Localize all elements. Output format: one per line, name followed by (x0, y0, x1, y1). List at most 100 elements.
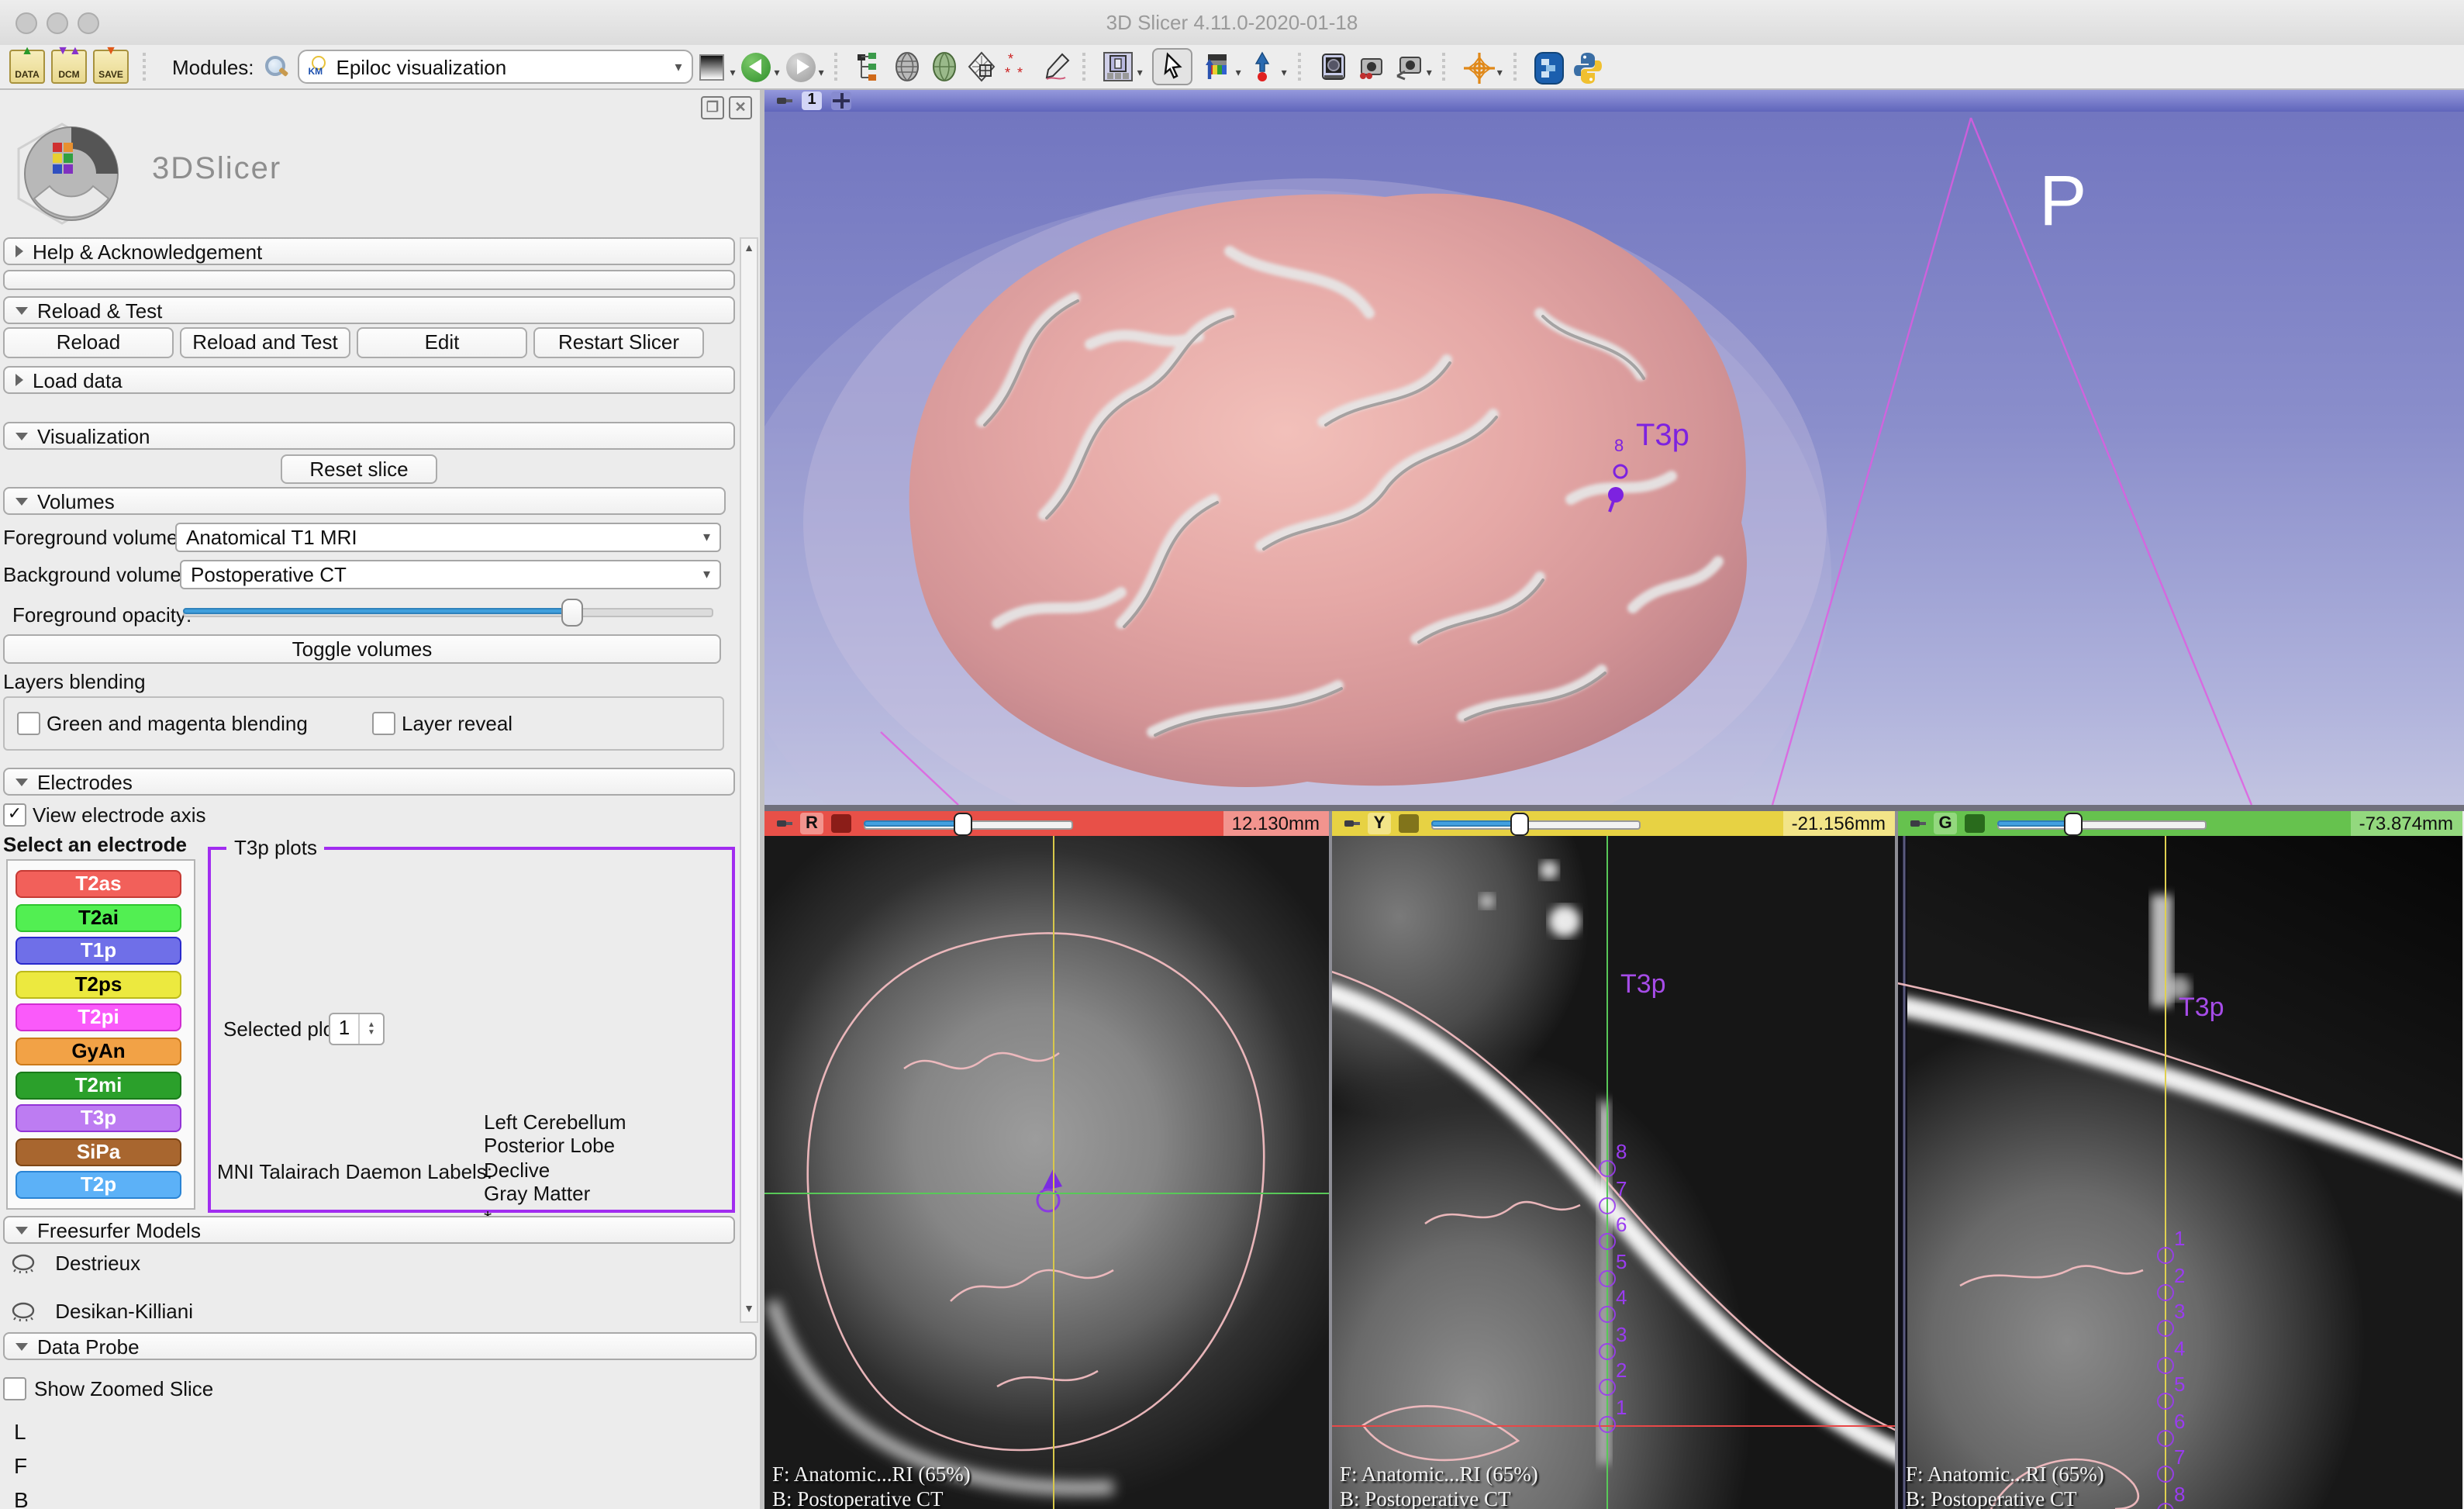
yellow-slice-slider[interactable] (1431, 814, 1641, 833)
scroll-up-icon[interactable]: ▲ (741, 243, 757, 254)
toggle-volumes-button[interactable]: Toggle volumes (3, 634, 721, 664)
green-slice-image[interactable]: T3p 12345678 F: Anatomic...RI (65%) B: P… (1898, 836, 2462, 1509)
threeD-view-controller-bar[interactable]: 1 (764, 90, 2464, 112)
pin-icon[interactable] (777, 816, 792, 831)
electrode-button-T3p[interactable]: T3p (16, 1104, 181, 1132)
sceneview-caret-icon[interactable]: ▾ (1427, 67, 1432, 79)
screenshot-camera-icon[interactable] (1318, 51, 1349, 82)
reload-button-1[interactable]: Reload and Test (180, 327, 350, 358)
mouse-interaction-button[interactable] (1152, 48, 1192, 85)
layout-caret-icon[interactable]: ▾ (1137, 67, 1143, 79)
pin-icon[interactable] (1344, 816, 1360, 831)
model-row-destrieux: Destrieux (9, 1253, 140, 1279)
yellow-slice-image[interactable]: T3p 87654321 F: Anatomic...RI (65%) B: P… (1332, 836, 1895, 1509)
electrode-button-SiPa[interactable]: SiPa (16, 1138, 181, 1166)
visibility-eye-icon[interactable] (9, 1253, 37, 1275)
colors-icon[interactable] (1202, 51, 1233, 82)
electrode-button-T2mi[interactable]: T2mi (16, 1071, 181, 1099)
scroll-down-icon[interactable]: ▼ (741, 1304, 757, 1315)
visibility-eye-icon[interactable] (9, 1301, 37, 1323)
green-magenta-checkbox[interactable] (17, 712, 40, 735)
undock-panel-icon[interactable]: ❐ (701, 96, 724, 119)
electrode-button-T1p[interactable]: T1p (16, 937, 181, 965)
red-slice-slider[interactable] (864, 814, 1073, 833)
annotation-pencil-icon[interactable] (1041, 51, 1072, 82)
orientation-letter: L (14, 1419, 26, 1444)
section-label: Data Probe (37, 1335, 140, 1358)
module-forward-button[interactable] (786, 52, 816, 81)
red-slice-image[interactable]: F: Anatomic...RI (65%) B: Postoperative … (764, 836, 1329, 1509)
help-empty-strip (3, 270, 735, 290)
reset-slice-views-button[interactable]: Reset slice views (281, 454, 437, 484)
threeD-view[interactable]: 8 T3p P (764, 112, 2464, 805)
green-slice-controller-bar[interactable]: G -73.874mm (1898, 811, 2462, 836)
subject-hierarchy-icon[interactable] (855, 51, 886, 82)
panel-scrollbar[interactable]: ▲ ▼ (740, 237, 758, 1323)
spin-down-icon[interactable]: ▼ (368, 1029, 375, 1037)
electrode-button-T2ps[interactable]: T2ps (16, 971, 181, 999)
place-markup-icon[interactable] (1248, 51, 1279, 82)
models-wireframe-icon[interactable] (892, 51, 923, 82)
center-view-icon[interactable] (831, 92, 851, 110)
colors-caret-icon[interactable]: ▾ (1236, 67, 1241, 79)
load-dicom-icon[interactable]: ▼▲ DCM (51, 50, 87, 84)
electrode-button-T2pi[interactable]: T2pi (16, 1004, 181, 1032)
segmentation-sphere-icon[interactable] (930, 51, 961, 82)
section-reload-test[interactable]: Reload & Test (3, 296, 735, 324)
slice-view-red[interactable]: R 12.130mm (764, 811, 1329, 1509)
reload-button-2[interactable]: Edit (357, 327, 527, 358)
history-caret-icon[interactable]: ▾ (730, 67, 736, 79)
module-back-button[interactable] (742, 52, 771, 81)
electrode-button-GyAn[interactable]: GyAn (16, 1038, 181, 1065)
show-zoomed-slice-checkbox[interactable] (3, 1377, 26, 1400)
module-history-icon[interactable] (699, 54, 724, 80)
scene-view-capture-icon[interactable] (1355, 51, 1386, 82)
pin-icon[interactable] (1910, 816, 1926, 831)
view-splitter[interactable] (764, 805, 2464, 811)
extensions-manager-icon[interactable] (1534, 51, 1565, 82)
save-icon[interactable]: ▼ SAVE (93, 50, 129, 84)
pin-icon[interactable] (777, 93, 792, 109)
python-console-icon[interactable] (1571, 51, 1602, 82)
foreground-opacity-slider[interactable] (183, 599, 713, 623)
electrode-button-T2p[interactable]: T2p (16, 1172, 181, 1200)
background-volume-combobox[interactable]: Postoperative CT ▾ (180, 560, 721, 589)
slice-view-yellow[interactable]: Y -21.156mm (1332, 811, 1895, 1509)
green-slice-slider[interactable] (1997, 814, 2207, 833)
section-help-acknowledgement[interactable]: Help & Acknowledgement (3, 237, 735, 265)
reload-button-0[interactable]: Reload (3, 327, 174, 358)
place-caret-icon[interactable]: ▾ (1282, 67, 1287, 79)
slice-menu-icon[interactable] (831, 814, 851, 833)
close-panel-icon[interactable]: ✕ (729, 96, 752, 119)
module-search-icon[interactable] (264, 54, 288, 79)
view-electrode-axis-checkbox[interactable]: ✓ (3, 803, 26, 827)
red-slice-controller-bar[interactable]: R 12.130mm (764, 811, 1329, 836)
foreground-volume-combobox[interactable]: Anatomical T1 MRI ▾ (175, 523, 721, 552)
load-data-icon[interactable]: ▲ DATA (9, 50, 45, 84)
contact-number: 1 (1616, 1395, 1627, 1418)
crosshair-icon[interactable] (1463, 51, 1494, 82)
section-freesurfer-models[interactable]: Freesurfer Models (3, 1216, 735, 1244)
forward-caret-icon[interactable]: ▾ (819, 67, 824, 79)
transforms-icon[interactable] (967, 51, 998, 82)
section-volumes[interactable]: Volumes (3, 487, 726, 515)
yellow-slice-controller-bar[interactable]: Y -21.156mm (1332, 811, 1895, 836)
markups-icon[interactable]: *** (1004, 51, 1035, 82)
section-data-probe[interactable]: Data Probe (3, 1332, 757, 1360)
slice-menu-icon[interactable] (1965, 814, 1985, 833)
layout-selector-icon[interactable] (1103, 51, 1134, 82)
electrode-button-T2as[interactable]: T2as (16, 870, 181, 898)
electrode-button-T2ai[interactable]: T2ai (16, 903, 181, 931)
slice-menu-icon[interactable] (1399, 814, 1419, 833)
slice-view-green[interactable]: G -73.874mm (1898, 811, 2462, 1509)
layer-reveal-checkbox[interactable] (372, 712, 395, 735)
section-visualization[interactable]: Visualization (3, 422, 735, 450)
scene-view-restore-icon[interactable] (1392, 51, 1424, 82)
reload-button-3[interactable]: Restart Slicer (533, 327, 704, 358)
section-electrodes[interactable]: Electrodes (3, 768, 735, 796)
section-load-data[interactable]: Load data (3, 366, 735, 394)
selected-plot-spinbox[interactable]: 1 ▲▼ (329, 1013, 385, 1045)
crosshair-caret-icon[interactable]: ▾ (1497, 67, 1503, 79)
back-caret-icon[interactable]: ▾ (775, 67, 780, 79)
module-selector-combobox[interactable]: KM Epiloc visualization ▾ (298, 50, 693, 84)
